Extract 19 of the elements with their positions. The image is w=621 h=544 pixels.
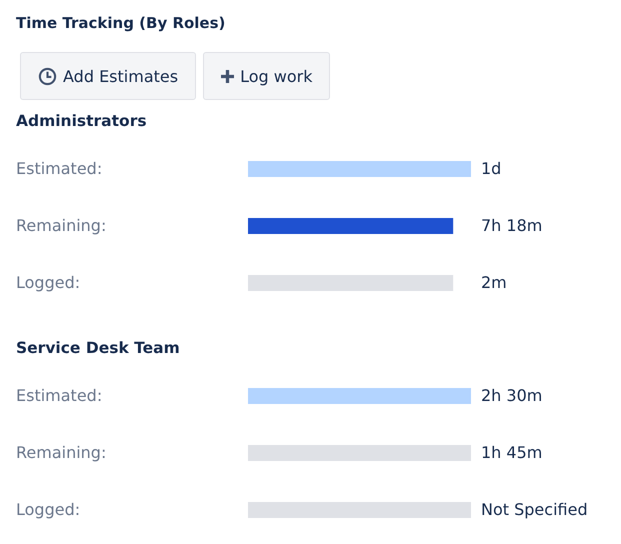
clock-icon: [38, 66, 57, 86]
row-label: Estimated:: [16, 159, 104, 178]
time-value: 2h 30m: [481, 386, 542, 405]
time-value: 7h 18m: [481, 216, 542, 235]
row-label: Logged:: [16, 500, 82, 519]
role-heading: Administrators: [16, 111, 148, 132]
time-value: 1d: [481, 159, 502, 178]
time-value: 1h 45m: [481, 443, 542, 462]
role-heading: Service Desk Team: [16, 338, 181, 359]
row-label: Logged:: [16, 273, 82, 292]
add-estimates-button[interactable]: Add Estimates: [20, 52, 196, 100]
row-label: Remaining:: [16, 216, 108, 235]
time-value: 2m: [481, 273, 507, 292]
time-value: Not Specified: [481, 500, 588, 519]
row-label: Remaining:: [16, 443, 108, 462]
plus-icon: [221, 70, 234, 82]
log-work-button[interactable]: Log work: [203, 52, 330, 100]
row-label: Estimated:: [16, 386, 104, 405]
section-title: Time Tracking (By Roles): [16, 13, 226, 34]
